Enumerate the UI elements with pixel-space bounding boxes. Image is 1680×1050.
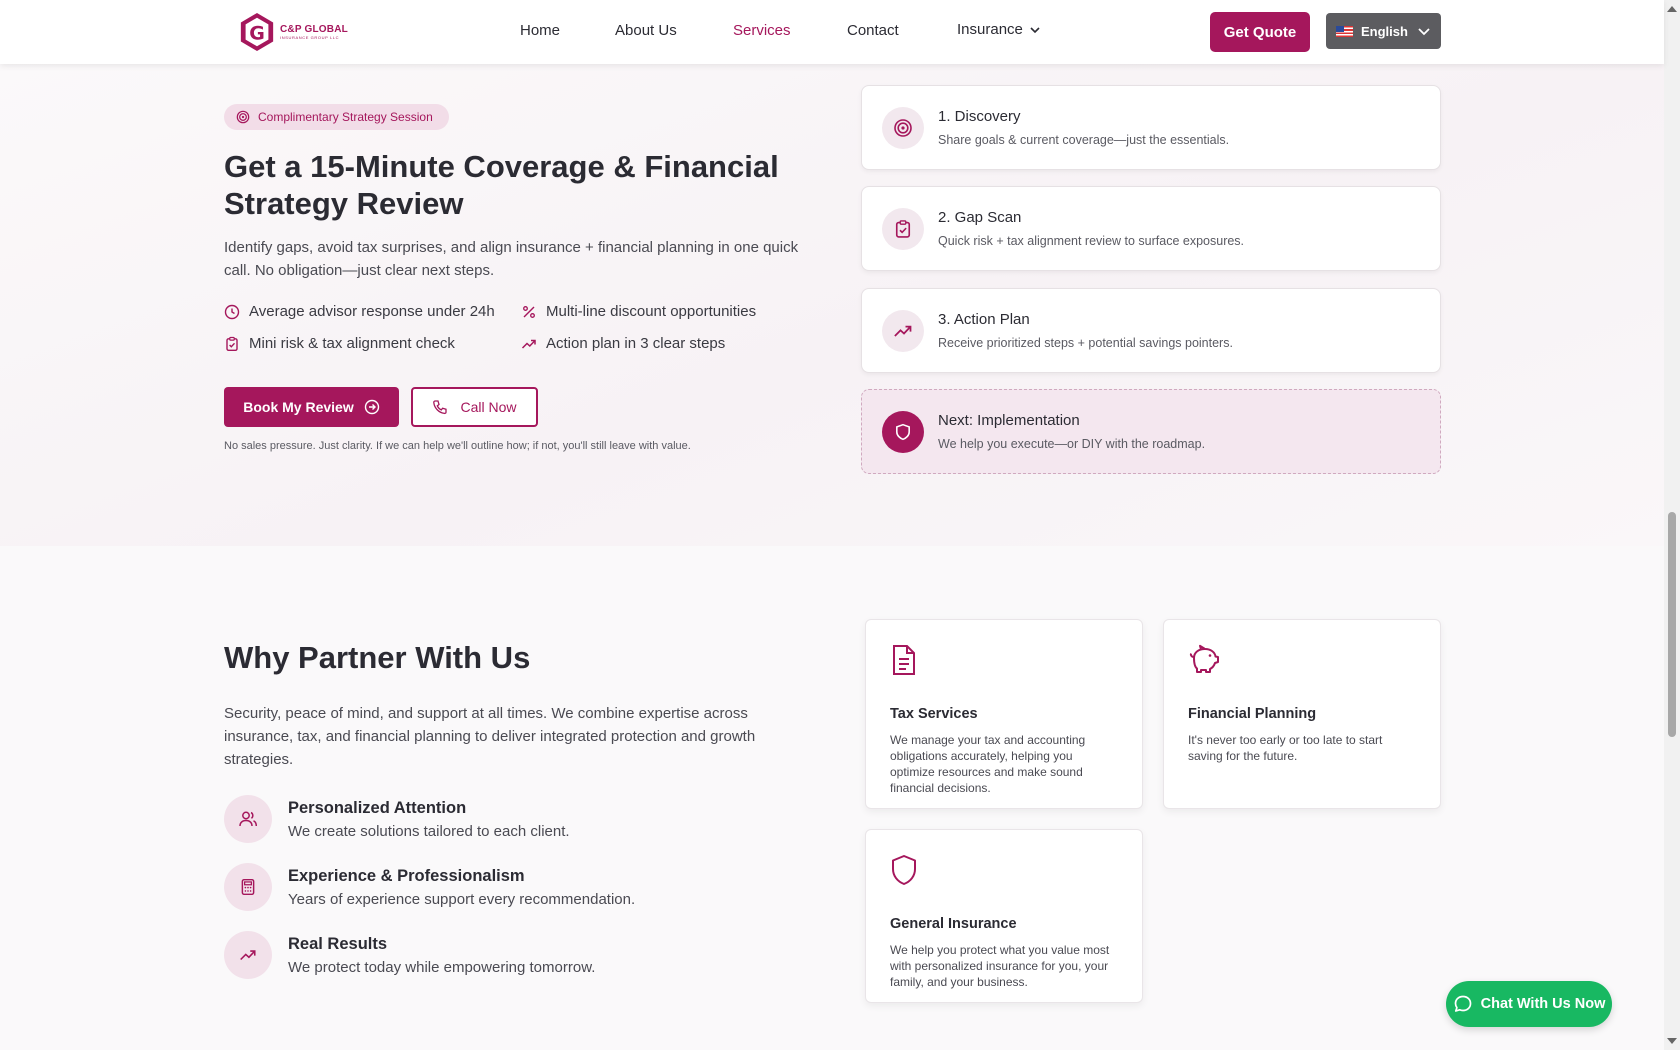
partner-title: Why Partner With Us (224, 640, 531, 675)
document-icon (893, 645, 915, 675)
phone-icon (433, 400, 448, 415)
step-title: 3. Action Plan (938, 311, 1030, 328)
step-description: Receive prioritized steps + potential sa… (938, 336, 1233, 350)
feature-text: Multi-line discount opportunities (546, 303, 757, 320)
logo-subtitle: INSURANCE GROUP LLC (280, 35, 340, 40)
feature-text: Mini risk & tax alignment check (249, 335, 455, 352)
feature-text: Average advisor response under 24h (249, 303, 495, 320)
book-review-label: Book My Review (243, 399, 354, 415)
service-description: We manage your tax and accounting obliga… (890, 733, 1086, 795)
logo-title: C&P GLOBAL (280, 24, 348, 35)
site-header: G C&P GLOBAL INSURANCE GROUP LLC Home Ab… (0, 0, 1664, 64)
chevron-down-icon (1418, 28, 1430, 36)
benefit-title: Personalized Attention (288, 799, 467, 817)
nav-insurance-label: Insurance (957, 21, 1023, 38)
language-selector[interactable]: English (1326, 13, 1441, 49)
benefit-description: Years of experience support every recomm… (288, 891, 636, 908)
partner-description: Security, peace of mind, and support at … (224, 705, 756, 768)
trending-up-icon (894, 325, 912, 337)
hero-title: Get a 15-Minute Coverage & Financial Str… (224, 149, 779, 221)
chevron-down-icon (1030, 26, 1040, 33)
chat-with-us-button[interactable]: Chat With Us Now (1446, 981, 1612, 1027)
feature-item: Action plan in 3 clear steps (521, 335, 725, 352)
step-description: Quick risk + tax alignment review to sur… (938, 234, 1245, 248)
language-label: English (1361, 23, 1408, 39)
service-title: Financial Planning (1188, 706, 1317, 722)
step-description: Share goals & current coverage—just the … (938, 133, 1230, 147)
service-card-tax[interactable]: Tax Services We manage your tax and acco… (865, 619, 1143, 809)
nav-about-us[interactable]: About Us (615, 22, 677, 39)
hero-note: No sales pressure. Just clarity. If we c… (224, 440, 691, 452)
scroll-thumb[interactable] (1668, 512, 1676, 737)
step-icon-wrap (882, 208, 924, 250)
piggy-bank-icon (1189, 644, 1219, 673)
benefit-title: Real Results (288, 935, 388, 953)
step-card-implementation: Next: Implementation We help you execute… (861, 389, 1441, 474)
call-now-button[interactable]: Call Now (411, 387, 538, 427)
service-description: We help you protect what you value most … (890, 943, 1110, 989)
logo-text: C&P GLOBAL INSURANCE GROUP LLC (280, 24, 348, 40)
calculator-icon (241, 878, 255, 896)
feature-item: Multi-line discount opportunities (521, 303, 756, 320)
benefit-description: We create solutions tailored to each cli… (288, 823, 570, 840)
service-title: General Insurance (890, 916, 1017, 932)
benefit-title: Experience & Professionalism (288, 867, 525, 885)
scroll-up-arrow-icon[interactable] (1667, 6, 1677, 12)
step-title: 1. Discovery (938, 108, 1021, 125)
step-card-gap-scan: 2. Gap Scan Quick risk + tax alignment r… (861, 186, 1441, 271)
step-icon-wrap (882, 310, 924, 352)
us-flag-icon (1336, 25, 1353, 37)
chat-bubble-icon (1454, 995, 1471, 1012)
nav-insurance-dropdown[interactable]: Insurance (957, 21, 1041, 38)
clipboard-check-icon (226, 336, 238, 351)
benefit-description: We protect today while empowering tomorr… (288, 959, 596, 976)
clipboard-check-icon (895, 220, 911, 238)
clock-icon (224, 304, 240, 319)
benefit-icon-wrap (224, 795, 272, 843)
nav-contact[interactable]: Contact (847, 22, 899, 39)
feature-text: Action plan in 3 clear steps (546, 335, 726, 352)
svg-text:G: G (249, 23, 265, 45)
scroll-down-arrow-icon[interactable] (1667, 1038, 1677, 1044)
hero-description: Identify gaps, avoid tax surprises, and … (224, 239, 799, 279)
book-review-button[interactable]: Book My Review (224, 387, 399, 427)
step-icon-wrap (882, 107, 924, 149)
step-title: Next: Implementation (938, 412, 1080, 429)
nav-home[interactable]: Home (520, 22, 560, 39)
shield-icon (896, 423, 910, 441)
trending-up-icon (240, 950, 256, 961)
target-icon (236, 110, 250, 124)
step-description: We help you execute—or DIY with the road… (938, 437, 1206, 451)
arrow-right-circle-icon (364, 399, 379, 415)
call-now-label: Call Now (460, 399, 517, 415)
benefit-icon-wrap (224, 931, 272, 979)
step-title: 2. Gap Scan (938, 209, 1022, 226)
percent-icon (523, 305, 535, 318)
feature-item: Average advisor response under 24h (224, 303, 495, 320)
strategy-session-badge: Complimentary Strategy Session (224, 104, 449, 130)
step-card-action-plan: 3. Action Plan Receive prioritized steps… (861, 288, 1441, 373)
shield-icon (892, 855, 916, 885)
step-card-discovery: 1. Discovery Share goals & current cover… (861, 85, 1441, 170)
service-card-general-insurance[interactable]: General Insurance We help you protect wh… (865, 829, 1143, 1003)
users-icon (239, 811, 258, 827)
service-title: Tax Services (890, 706, 978, 722)
trending-up-icon (521, 339, 536, 349)
badge-label: Complimentary Strategy Session (258, 110, 433, 124)
service-description: It's never too early or too late to star… (1188, 733, 1383, 763)
benefit-icon-wrap (224, 863, 272, 911)
target-icon (894, 119, 912, 137)
chat-label: Chat With Us Now (1480, 996, 1606, 1012)
nav-services[interactable]: Services (733, 22, 791, 39)
get-quote-button[interactable]: Get Quote (1210, 12, 1310, 52)
logo-mark-icon: G (240, 13, 274, 51)
step-icon-wrap (882, 411, 924, 453)
feature-item: Mini risk & tax alignment check (224, 335, 455, 352)
logo[interactable]: G C&P GLOBAL INSURANCE GROUP LLC (238, 12, 348, 52)
page-scrollbar[interactable] (1664, 0, 1680, 1050)
service-card-financial-planning[interactable]: Financial Planning It's never too early … (1163, 619, 1441, 809)
